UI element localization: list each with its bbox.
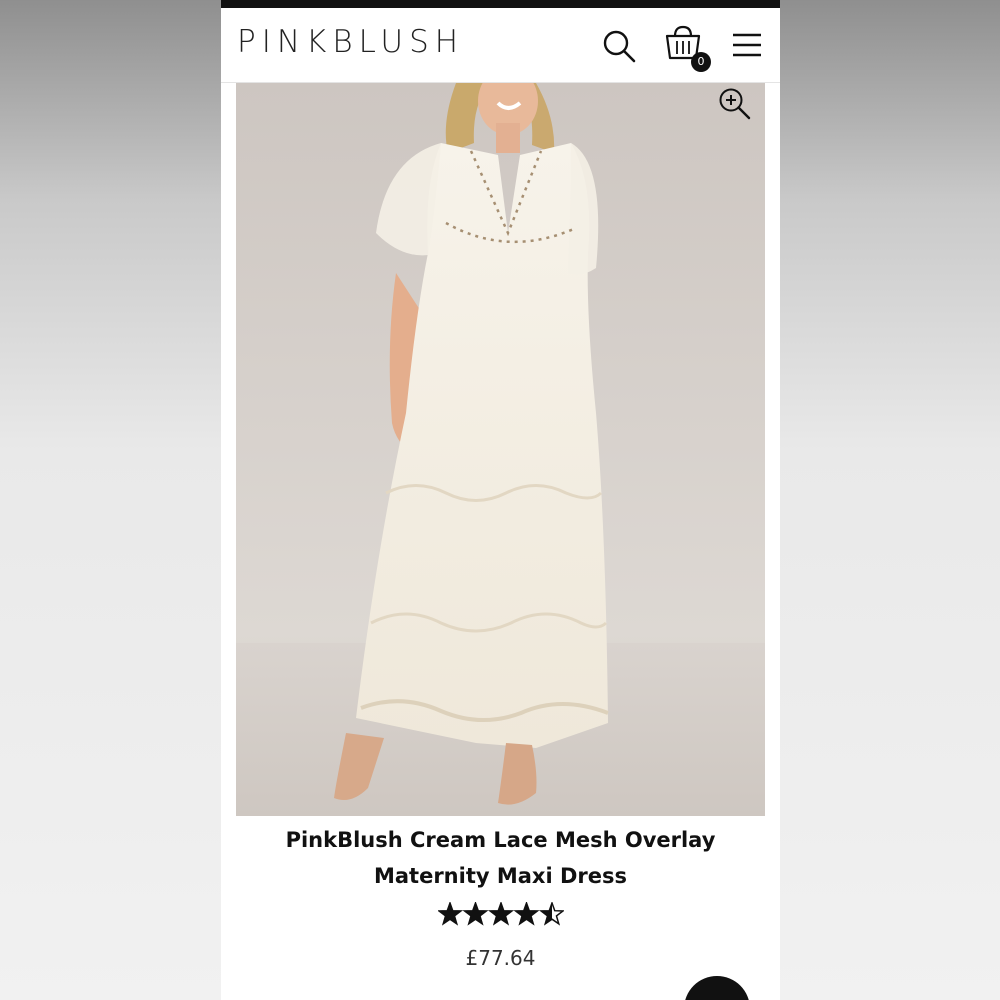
rating-star <box>538 900 565 926</box>
hamburger-menu-icon <box>733 33 761 57</box>
cart-count-badge: 0 <box>691 52 711 72</box>
rating-stars <box>436 900 565 926</box>
product-title-line-2: Maternity Maxi Dress <box>373 864 628 888</box>
product-image[interactable] <box>236 83 765 816</box>
product-title-line-1: PinkBlush Cream Lace Mesh Overlay <box>285 828 716 852</box>
site-header: PINKBLUSH 0 <box>221 8 780 83</box>
brand-logo[interactable]: PINKBLUSH <box>237 24 464 60</box>
right-background <box>780 0 1000 1000</box>
search-button[interactable] <box>601 28 637 64</box>
dress-photo <box>236 83 765 816</box>
rating-star <box>436 900 463 926</box>
left-background <box>0 0 221 1000</box>
search-icon <box>603 30 636 63</box>
rating-star <box>487 900 514 926</box>
zoom-in-icon <box>719 88 751 120</box>
chat-button[interactable] <box>684 976 750 1000</box>
menu-button[interactable] <box>731 30 763 60</box>
status-bar <box>221 0 780 8</box>
rating-star <box>461 900 489 926</box>
product-rating[interactable] <box>221 900 780 930</box>
rating-star <box>512 900 540 926</box>
phone-screen: PINKBLUSH 0 PinkBlush Cream Lace Mesh Ov… <box>221 0 780 1000</box>
product-title: PinkBlush Cream Lace Mesh Overlay Matern… <box>251 822 750 894</box>
product-price: £77.64 <box>465 946 536 970</box>
zoom-button[interactable] <box>718 87 752 121</box>
cart-button[interactable]: 0 <box>663 24 711 72</box>
